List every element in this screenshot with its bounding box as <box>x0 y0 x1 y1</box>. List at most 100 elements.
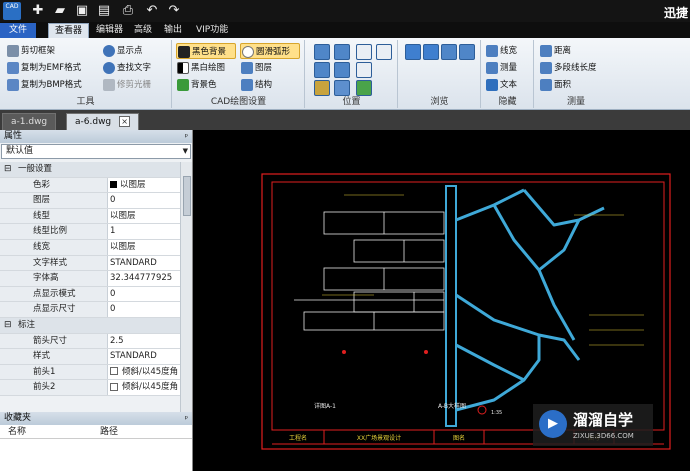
pin-icon[interactable]: ᵖ <box>185 412 188 425</box>
checkbox-icon[interactable] <box>110 382 118 391</box>
next-arrow-icon[interactable] <box>423 44 439 60</box>
tab-advanced[interactable]: 高级 <box>128 23 158 38</box>
page-icon[interactable] <box>441 44 457 60</box>
property-value[interactable]: 2.5 <box>108 334 180 349</box>
black-bg-icon <box>178 46 190 58</box>
property-key: 线型 <box>0 208 108 224</box>
property-row[interactable]: 图层 0 <box>0 193 180 209</box>
line-width-button[interactable]: 线宽 <box>485 43 517 59</box>
property-value[interactable]: 以图层 <box>108 240 180 255</box>
property-value[interactable]: 0 <box>108 287 180 302</box>
save-as-icon[interactable]: ▤ <box>96 3 112 19</box>
property-row[interactable]: 箭头尺寸 2.5 <box>0 333 180 350</box>
zoom-icon[interactable] <box>334 44 350 60</box>
property-value[interactable]: 0 <box>108 302 180 317</box>
watermark-url: ZIXUE.3D66.COM <box>573 432 634 440</box>
app-logo[interactable]: CAD <box>3 2 21 20</box>
property-value[interactable]: 1 <box>108 224 180 239</box>
properties-scrollbar[interactable] <box>180 162 192 412</box>
trim-raster-button[interactable]: 修剪光栅 <box>102 77 151 93</box>
copy-emf-button[interactable]: 复制为EMF格式 <box>6 60 81 76</box>
close-tab-icon[interactable]: × <box>119 116 131 127</box>
column-name[interactable]: 名称 <box>0 425 92 438</box>
title-cell-drawing-label: 图名 <box>453 434 465 442</box>
smooth-arc-button[interactable]: 圆滑弧形 <box>240 43 300 59</box>
pin-icon[interactable]: ᵖ <box>185 130 188 143</box>
property-category[interactable]: 标注 <box>0 317 180 334</box>
print-icon[interactable]: ⎙ <box>120 3 136 19</box>
properties-selector[interactable]: 默认值 ▼ <box>1 144 191 159</box>
property-value[interactable]: STANDARD <box>108 256 180 271</box>
checkbox-icon[interactable] <box>110 367 118 376</box>
copy-bmp-button[interactable]: 复制为BMP格式 <box>6 77 82 93</box>
bg-color-icon <box>177 79 189 91</box>
export-icon[interactable] <box>459 44 475 60</box>
scrollbar-thumb[interactable] <box>183 176 191 216</box>
distance-button[interactable]: 距离 <box>539 43 571 59</box>
property-row[interactable]: 前头2 倾斜/以45度角 <box>0 380 180 396</box>
property-row[interactable]: 文字样式 STANDARD <box>0 255 180 272</box>
zoom-dropdown-icon[interactable] <box>376 44 392 60</box>
tab-viewer[interactable]: 查看器 <box>48 23 90 38</box>
favorites-columns: 名称 路径 <box>0 425 192 439</box>
property-row[interactable]: 线型 以图层 <box>0 208 180 225</box>
tab-a-1-label: a-1.dwg <box>11 117 48 127</box>
column-path[interactable]: 路径 <box>92 425 118 438</box>
save-icon[interactable]: ▣ <box>74 3 90 19</box>
browse-group-label: 浏览 <box>430 97 449 107</box>
zoom-out-icon[interactable] <box>356 62 372 78</box>
zoom-in-icon[interactable] <box>356 44 372 60</box>
property-value[interactable]: 32.344777925 <box>108 271 180 286</box>
new-icon[interactable]: ✚ <box>30 3 46 19</box>
crop-frame-button[interactable]: 剪切框架 <box>6 43 55 59</box>
property-row[interactable]: 字体高 32.344777925 <box>0 271 180 287</box>
line-width-icon <box>486 45 498 57</box>
property-row[interactable]: 点显示尺寸 0 <box>0 302 180 318</box>
redo-icon[interactable]: ↷ <box>166 3 182 19</box>
property-category[interactable]: 一般设置 <box>0 162 180 178</box>
tab-a-6-dwg[interactable]: a-6.dwg × <box>66 113 140 130</box>
property-value[interactable]: 0 <box>108 193 180 208</box>
tab-vip[interactable]: VIP功能 <box>190 23 234 38</box>
property-value[interactable]: 倾斜/以45度角 <box>108 365 180 380</box>
property-value[interactable]: 以图层 <box>108 209 180 224</box>
tab-output[interactable]: 输出 <box>158 23 188 38</box>
property-value[interactable]: STANDARD <box>108 349 180 364</box>
tab-editor[interactable]: 编辑器 <box>90 23 129 38</box>
fit-icon[interactable] <box>334 62 350 78</box>
polyline-length-button[interactable]: 多段线长度 <box>539 60 597 76</box>
zoom-window-icon[interactable] <box>314 44 330 60</box>
layers-button[interactable]: 图层 <box>240 60 272 76</box>
property-row[interactable]: 色彩 以图层 <box>0 177 180 194</box>
property-value[interactable]: 以图层 <box>108 178 180 193</box>
pan-icon[interactable] <box>314 62 330 78</box>
property-value-text: STANDARD <box>110 351 157 362</box>
property-grid: 一般设置色彩以图层图层0线型以图层线型比例1线宽以图层文字样式STANDARD字… <box>0 162 180 412</box>
previous-arrow-icon[interactable] <box>405 44 421 60</box>
background-color-button[interactable]: 背景色 <box>176 77 217 93</box>
property-row[interactable]: 前头1 倾斜/以45度角 <box>0 364 180 381</box>
dimension-marks <box>322 194 644 346</box>
text-toggle-button[interactable]: 文本 <box>485 77 517 93</box>
brick-wall-detail <box>294 211 445 331</box>
property-row[interactable]: 样式 STANDARD <box>0 349 180 365</box>
area-button[interactable]: 面积 <box>539 77 571 93</box>
property-key: 前头1 <box>0 364 108 380</box>
structure-button[interactable]: 结构 <box>240 77 272 93</box>
find-text-button[interactable]: 查找文字 <box>102 60 151 76</box>
property-value[interactable]: 倾斜/以45度角 <box>108 380 180 395</box>
property-key: 箭头尺寸 <box>0 333 108 349</box>
measure-toggle-button[interactable]: 测量 <box>485 60 517 76</box>
open-icon[interactable]: ▰ <box>52 3 68 19</box>
stone-paving <box>455 188 605 412</box>
layers-icon <box>241 62 253 74</box>
property-row[interactable]: 点显示模式 0 <box>0 286 180 303</box>
black-background-button[interactable]: 黑色背景 <box>176 43 236 59</box>
tab-file[interactable]: 文件 <box>0 23 36 38</box>
undo-icon[interactable]: ↶ <box>144 3 160 19</box>
show-points-button[interactable]: 显示点 <box>102 43 143 59</box>
tab-a-1-dwg[interactable]: a-1.dwg <box>2 113 57 130</box>
bw-drawing-button[interactable]: 黑白绘图 <box>176 60 225 76</box>
property-row[interactable]: 线型比例 1 <box>0 224 180 240</box>
property-row[interactable]: 线宽 以图层 <box>0 239 180 256</box>
